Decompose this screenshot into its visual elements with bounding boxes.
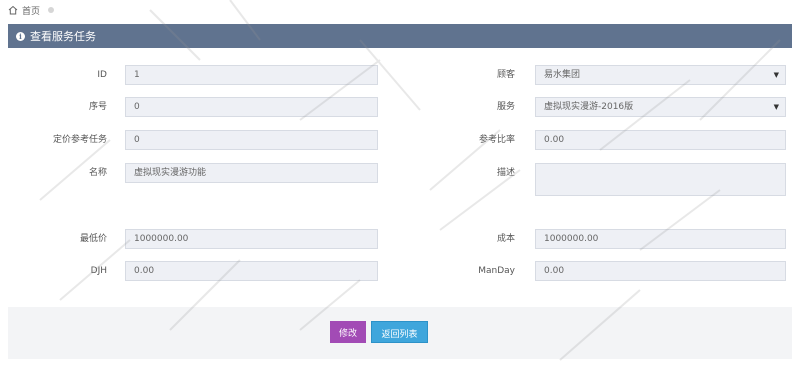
cost-label: 成本 bbox=[496, 234, 515, 244]
min-price-field[interactable]: 1000000.00 bbox=[125, 229, 378, 249]
ref-ratio-label: 参考比率 bbox=[478, 135, 515, 145]
home-icon[interactable] bbox=[8, 5, 18, 15]
service-label: 服务 bbox=[496, 102, 515, 112]
id-label: ID bbox=[97, 70, 107, 80]
edit-button[interactable]: 修改 bbox=[330, 321, 366, 343]
customer-select-value: 易水集团 bbox=[544, 70, 581, 80]
breadcrumb-dot-icon bbox=[48, 7, 55, 13]
manday-label: ManDay bbox=[478, 266, 515, 276]
pricing-ref-task-field[interactable]: 0 bbox=[125, 130, 378, 150]
manday-field[interactable]: 0.00 bbox=[535, 261, 786, 281]
pricing-ref-task-label: 定价参考任务 bbox=[52, 135, 107, 145]
panel-header: i 查看服务任务 bbox=[8, 24, 792, 48]
customer-select[interactable]: 易水集团 ▼ bbox=[535, 65, 786, 85]
dropdown-arrow-icon: ▼ bbox=[773, 103, 779, 111]
description-field[interactable] bbox=[535, 163, 786, 196]
panel-title: 查看服务任务 bbox=[30, 30, 96, 43]
description-label: 描述 bbox=[496, 168, 515, 178]
home-link[interactable]: 首页 bbox=[22, 4, 40, 17]
name-field[interactable]: 虚拟现实漫游功能 bbox=[125, 163, 378, 183]
service-select[interactable]: 虚拟现实漫游-2016版 ▼ bbox=[535, 97, 786, 117]
ref-ratio-field[interactable]: 0.00 bbox=[535, 130, 786, 150]
min-price-label: 最低价 bbox=[79, 234, 107, 244]
seq-field[interactable]: 0 bbox=[125, 97, 378, 117]
cost-field[interactable]: 1000000.00 bbox=[535, 229, 786, 249]
id-field[interactable]: 1 bbox=[125, 65, 378, 85]
info-icon: i bbox=[16, 31, 25, 41]
customer-label: 顾客 bbox=[496, 70, 515, 80]
djh-field[interactable]: 0.00 bbox=[125, 261, 378, 281]
service-select-value: 虚拟现实漫游-2016版 bbox=[544, 102, 634, 112]
seq-label: 序号 bbox=[88, 102, 107, 112]
name-label: 名称 bbox=[88, 168, 107, 178]
djh-label: DJH bbox=[90, 266, 107, 276]
back-to-list-button[interactable]: 返回列表 bbox=[371, 321, 428, 343]
breadcrumb: 首页 bbox=[0, 0, 800, 20]
dropdown-arrow-icon: ▼ bbox=[773, 71, 779, 79]
